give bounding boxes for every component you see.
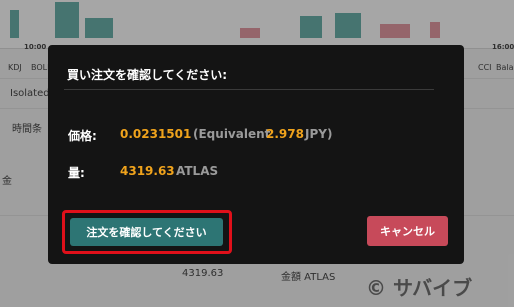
quantity-unit: ATLAS: [176, 164, 219, 178]
watermark: © サバイブ: [366, 276, 473, 300]
quantity-label: 量:: [68, 166, 85, 180]
price-label: 価格:: [68, 129, 97, 143]
order-confirm-dialog: 買い注文を確認してください: 価格: 0.0231501 (Equivalent…: [48, 45, 464, 264]
quantity-value: 4319.63: [120, 164, 175, 178]
equivalent-prefix: (Equivalent: [193, 127, 271, 141]
dialog-divider: [64, 89, 434, 90]
equivalent-value: 2.978: [266, 127, 304, 141]
cancel-button[interactable]: キャンセル: [367, 216, 448, 246]
dialog-title: 買い注文を確認してください:: [67, 68, 228, 82]
price-value: 0.0231501: [120, 127, 192, 141]
equivalent-suffix: JPY): [305, 127, 333, 141]
confirm-order-button[interactable]: 注文を確認してください: [70, 218, 223, 246]
